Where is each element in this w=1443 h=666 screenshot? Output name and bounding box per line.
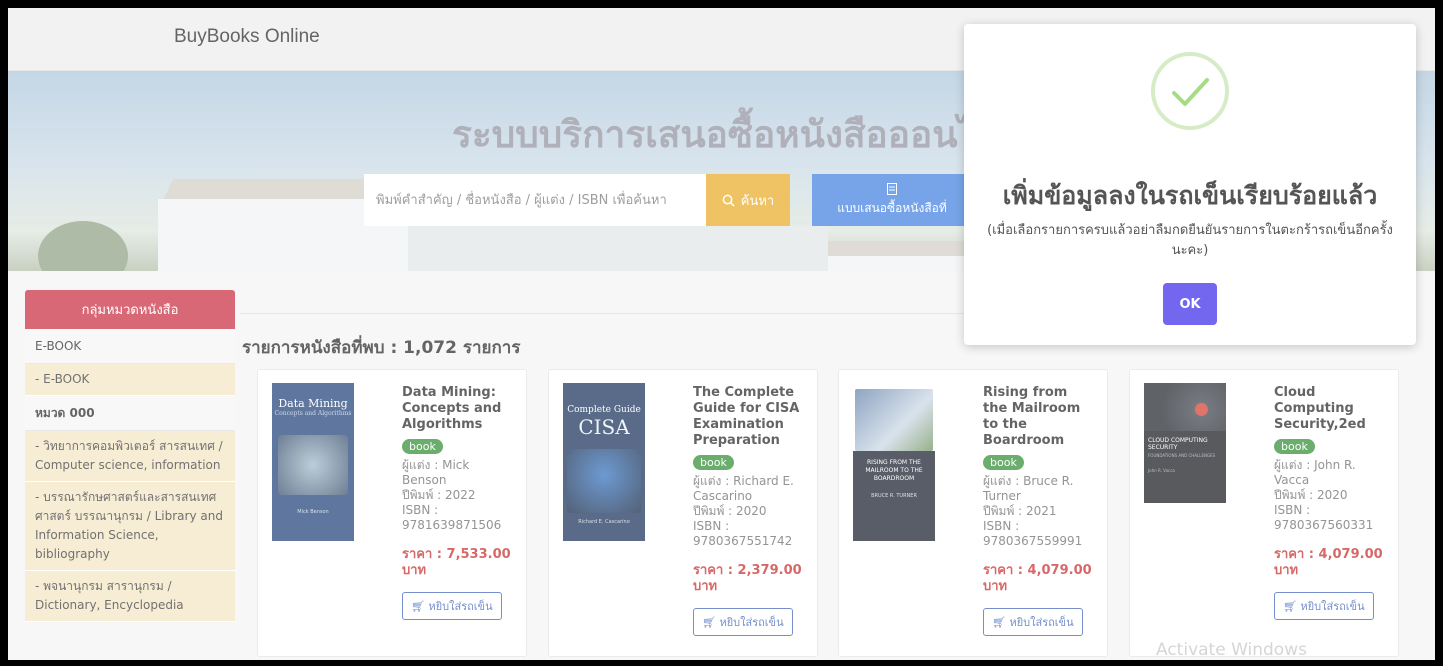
- activate-windows-watermark: Activate Windows: [1156, 640, 1307, 660]
- dialog-title: เพิ่มข้อมูลลงในรถเข็นเรียบร้อยแล้ว: [1002, 181, 1378, 210]
- check-circle-icon: [1151, 52, 1229, 130]
- ok-button[interactable]: OK: [1163, 283, 1217, 325]
- app-window: BuyBooks Online ระบบบริการเสนอซื้อหนังสื…: [8, 8, 1435, 660]
- success-dialog: เพิ่มข้อมูลลงในรถเข็นเรียบร้อยแล้ว (เมื่…: [964, 24, 1416, 345]
- dialog-message: (เมื่อเลือกรายการครบแล้วอย่าลืมกดยืนยันร…: [987, 223, 1393, 258]
